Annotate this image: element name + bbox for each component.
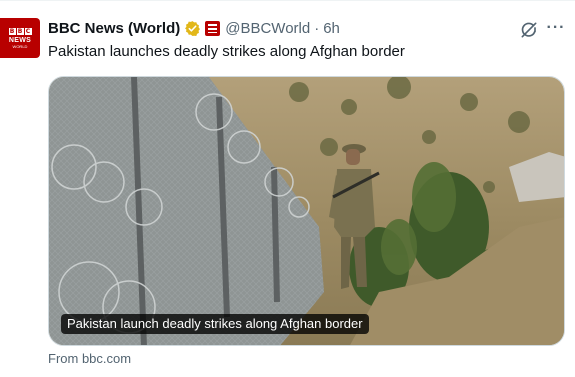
author-name[interactable]: BBC News (World) <box>48 20 180 37</box>
author-handle[interactable]: @BBCWorld <box>225 20 310 37</box>
verified-badge-icon[interactable] <box>184 20 201 37</box>
news-photo <box>49 77 564 345</box>
divider <box>0 0 575 1</box>
avatar-news-text: NEWS <box>8 36 32 44</box>
tweet-text: Pakistan launches deadly strikes along A… <box>48 43 405 60</box>
tweet-header: BBC News (World) @BBCWorld · 6h <box>48 18 340 38</box>
avatar-letter: C <box>24 27 32 35</box>
timestamp[interactable]: 6h <box>323 20 340 37</box>
affiliate-badge-icon[interactable] <box>205 20 221 36</box>
avatar-world-text: WORLD <box>12 43 28 49</box>
avatar-letter: B <box>8 27 16 35</box>
media-image[interactable] <box>48 76 565 346</box>
separator-dot: · <box>314 19 320 37</box>
more-options-button[interactable]: ··· <box>545 19 567 39</box>
avatar[interactable]: B B C NEWS WORLD <box>0 18 40 58</box>
link-source[interactable]: From bbc.com <box>48 351 131 366</box>
avatar-letter: B <box>16 27 24 35</box>
image-caption: Pakistan launch deadly strikes along Afg… <box>61 314 369 334</box>
bbc-blocks: B B C <box>8 27 32 35</box>
grok-icon[interactable] <box>519 20 539 40</box>
